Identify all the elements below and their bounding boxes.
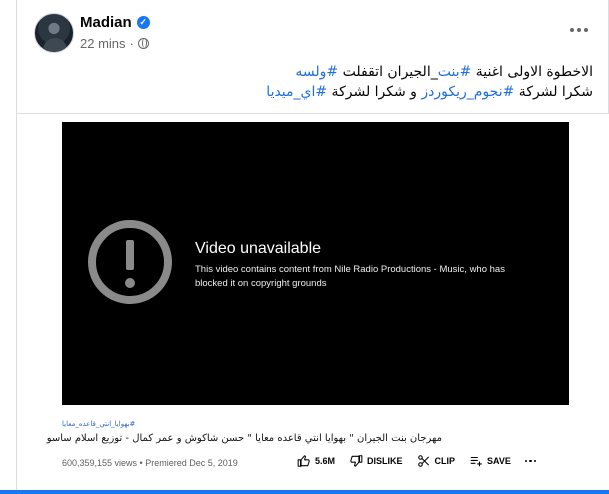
more-dot — [570, 28, 574, 32]
focus-edge — [0, 490, 609, 494]
dislike-button[interactable]: DISLIKE — [349, 454, 403, 468]
embedded-video: Video unavailable This video contains co… — [17, 113, 609, 494]
globe-icon[interactable] — [137, 38, 149, 49]
avatar-silhouette — [43, 38, 67, 52]
video-unavailable-title: Video unavailable — [195, 240, 322, 257]
video-player[interactable]: Video unavailable This video contains co… — [62, 122, 569, 405]
hashtag-link[interactable]: #اي_ميديا — [266, 84, 327, 100]
video-title: مهرجان بنت الجيران " بهوايا انتي قاعده م… — [46, 433, 442, 444]
avatar[interactable] — [34, 13, 74, 53]
video-views: 600,359,155 views • Premiered Dec 5, 201… — [62, 458, 238, 468]
more-dot — [524, 459, 528, 463]
hashtag-link[interactable]: #بنت — [438, 64, 472, 80]
dislike-label: DISLIKE — [367, 456, 403, 466]
save-button[interactable]: SAVE — [469, 454, 511, 468]
scissors-icon — [417, 455, 429, 467]
more-dot — [529, 459, 532, 463]
more-options-button[interactable] — [565, 18, 593, 42]
hashtag-link[interactable]: #نجوم_ريكوردز — [421, 84, 514, 100]
like-count: 5.6M — [315, 456, 336, 466]
post-card: Madian ✓ 22 mins · الاخطوة الاولى اغنية … — [16, 0, 609, 494]
video-actions: 5.6M DISLIKE CLIP SAVE — [297, 454, 537, 468]
thumbs-up-icon — [297, 455, 310, 467]
warning-icon — [88, 220, 172, 304]
post-text: الاخطوة الاولى اغنية #بنت_الجيران اتقفلت… — [33, 62, 593, 102]
more-dot — [533, 459, 537, 463]
video-more-button[interactable] — [524, 459, 537, 463]
post-text-line-1: الاخطوة الاولى اغنية #بنت_الجيران اتقفلت… — [33, 62, 593, 82]
thumbs-down-icon — [350, 455, 363, 467]
author-name[interactable]: Madian — [80, 14, 132, 31]
text-segment: و شكرا لشركة — [327, 84, 422, 100]
text-segment: شكرا لشركة — [514, 84, 593, 100]
clip-label: CLIP — [434, 456, 456, 466]
video-unavailable-message: This video contains content from Nile Ra… — [195, 264, 505, 289]
more-dot — [584, 28, 588, 32]
save-label: SAVE — [487, 456, 511, 466]
post-text-line-2: شكرا لشركة #نجوم_ريكوردز و شكرا لشركة #ا… — [33, 82, 593, 102]
playlist-add-icon — [470, 456, 482, 467]
text-segment: الاخطوة الاولى اغنية — [471, 64, 593, 80]
post-header: Madian ✓ 22 mins · — [17, 0, 609, 64]
meta-separator: · — [129, 36, 134, 51]
author-row: Madian ✓ — [80, 14, 150, 31]
video-hashtag[interactable]: #بهوايا_انتي_قاعده_معايا — [62, 420, 135, 428]
hashtag-link[interactable]: #ولسه — [295, 64, 338, 80]
text-segment: _الجيران اتقفلت — [338, 64, 438, 80]
like-button[interactable]: 5.6M — [297, 454, 335, 468]
clip-button[interactable]: CLIP — [417, 454, 456, 468]
post-meta: 22 mins · — [80, 36, 149, 51]
warning-dot — [125, 278, 135, 288]
more-dot — [577, 28, 581, 32]
verified-badge-icon: ✓ — [136, 16, 150, 29]
warning-bar — [126, 240, 134, 270]
post-timestamp[interactable]: 22 mins — [80, 36, 126, 51]
